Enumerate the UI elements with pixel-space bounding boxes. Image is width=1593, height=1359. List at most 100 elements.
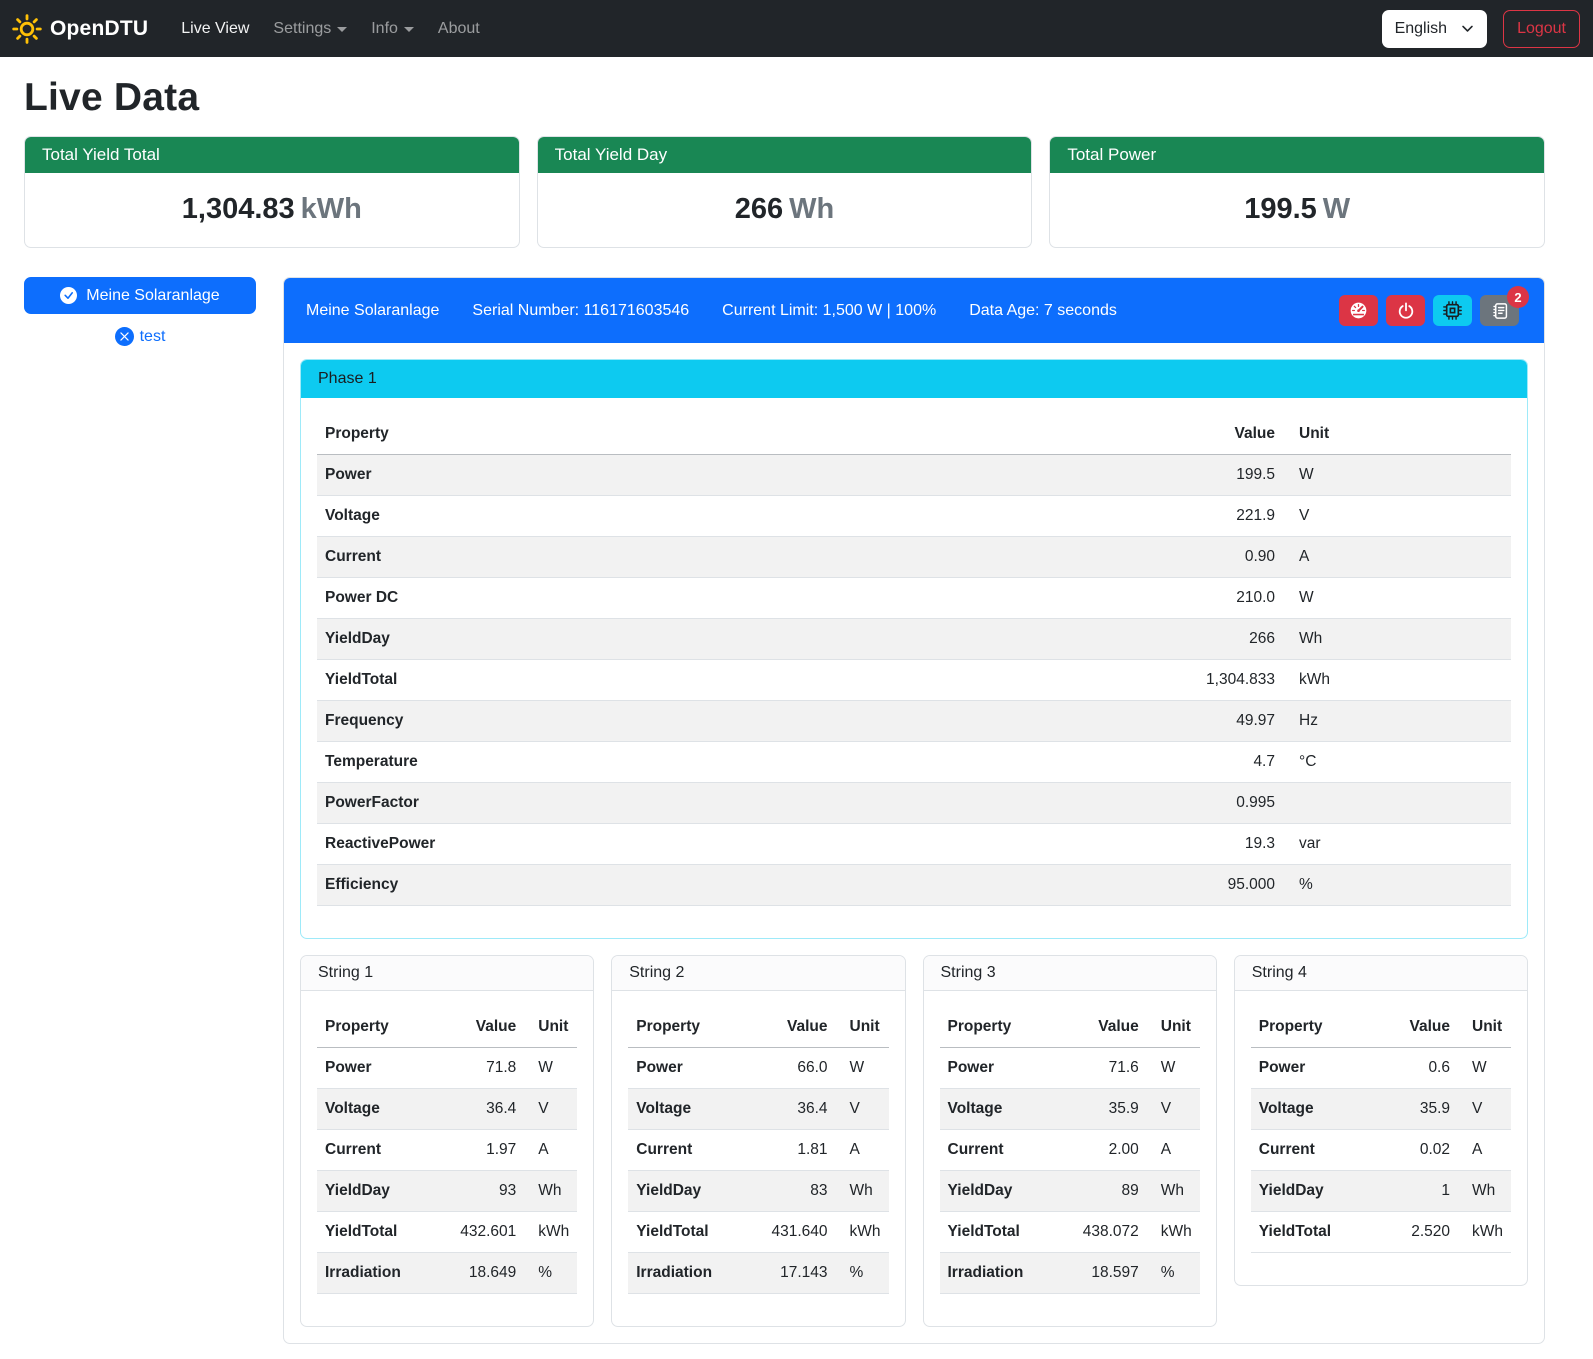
row-property: Voltage: [317, 1089, 436, 1130]
nav-item-about[interactable]: About: [429, 12, 489, 46]
table-row: YieldTotal2.520kWh: [1251, 1212, 1511, 1253]
caret-down-icon: [404, 27, 414, 32]
inverter-button-test[interactable]: test: [24, 327, 256, 346]
language-select[interactable]: English: [1382, 10, 1487, 48]
string-panel-title: String 2: [612, 956, 904, 991]
row-property: Voltage: [317, 496, 1188, 537]
table-row: Efficiency95.000%: [317, 865, 1511, 906]
row-unit: [1283, 783, 1511, 824]
gauge-icon: [1349, 301, 1368, 320]
nav-item-info[interactable]: Info: [362, 12, 423, 46]
column-header-property: Property: [317, 414, 1188, 455]
row-value: 89: [1059, 1171, 1147, 1212]
string-2-panel: String 2 Property Value Unit: [611, 955, 905, 1327]
string-4-table: Property Value Unit Power0.6WVoltage35.9…: [1251, 1007, 1511, 1253]
row-value: 0.90: [1188, 537, 1283, 578]
row-unit: °C: [1283, 742, 1511, 783]
column-header-value: Value: [1188, 414, 1283, 455]
inverter-current-limit: Current Limit: 1,500 W | 100%: [722, 302, 936, 320]
row-value: 4.7: [1188, 742, 1283, 783]
row-property: Temperature: [317, 742, 1188, 783]
power-button[interactable]: [1386, 295, 1425, 326]
row-value: 0.6: [1370, 1048, 1458, 1089]
row-property: Power: [317, 455, 1188, 496]
row-property: YieldTotal: [940, 1212, 1059, 1253]
nav-item-live-view[interactable]: Live View: [172, 12, 258, 46]
table-row: ReactivePower19.3var: [317, 824, 1511, 865]
brand[interactable]: OpenDTU: [12, 14, 148, 44]
row-property: Voltage: [628, 1089, 747, 1130]
row-property: Current: [317, 537, 1188, 578]
row-unit: W: [1283, 578, 1511, 619]
row-property: YieldTotal: [1251, 1212, 1370, 1253]
row-property: Current: [628, 1130, 747, 1171]
column-header-property: Property: [628, 1007, 747, 1048]
inverter-serial: Serial Number: 116171603546: [472, 302, 689, 320]
row-property: YieldDay: [628, 1171, 747, 1212]
row-property: ReactivePower: [317, 824, 1188, 865]
top-navbar: OpenDTU Live View Settings Info About En…: [0, 0, 1593, 57]
string-panel-title: String 1: [301, 956, 593, 991]
row-unit: W: [836, 1048, 889, 1089]
row-value: 36.4: [748, 1089, 836, 1130]
table-row: Voltage36.4V: [628, 1089, 888, 1130]
nav-item-settings[interactable]: Settings: [264, 12, 356, 46]
row-value: 35.9: [1059, 1089, 1147, 1130]
power-icon: [1397, 302, 1415, 320]
row-property: Current: [1251, 1130, 1370, 1171]
table-header-row: Property Value Unit: [317, 414, 1511, 455]
row-unit: Wh: [1147, 1171, 1200, 1212]
string-panel-title: String 3: [924, 956, 1216, 991]
row-property: Frequency: [317, 701, 1188, 742]
row-unit: %: [1283, 865, 1511, 906]
row-unit: A: [1458, 1130, 1511, 1171]
row-property: Power DC: [317, 578, 1188, 619]
table-row: Current0.02A: [1251, 1130, 1511, 1171]
logout-button[interactable]: Logout: [1503, 10, 1580, 48]
row-property: Irradiation: [628, 1253, 747, 1294]
row-value: 35.9: [1370, 1089, 1458, 1130]
row-value: 18.597: [1059, 1253, 1147, 1294]
event-log-button[interactable]: 2: [1480, 295, 1519, 326]
inverter-name: Meine Solaranlage: [306, 302, 439, 320]
row-property: YieldDay: [317, 619, 1188, 660]
total-yield-total-card: Total Yield Total 1,304.83kWh: [24, 136, 520, 248]
row-unit: kWh: [1147, 1212, 1200, 1253]
row-value: 66.0: [748, 1048, 836, 1089]
row-value: 1.81: [748, 1130, 836, 1171]
radio-statistics-button[interactable]: [1433, 295, 1472, 326]
row-property: Power: [317, 1048, 436, 1089]
row-property: YieldTotal: [317, 1212, 436, 1253]
row-value: 83: [748, 1171, 836, 1212]
page-title: Live Data: [24, 76, 1545, 120]
row-value: 71.8: [436, 1048, 524, 1089]
row-unit: kWh: [836, 1212, 889, 1253]
row-property: YieldTotal: [317, 660, 1188, 701]
table-row: Power71.6W: [940, 1048, 1200, 1089]
row-value: 431.640: [748, 1212, 836, 1253]
row-unit: Wh: [1458, 1171, 1511, 1212]
table-row: YieldDay93Wh: [317, 1171, 577, 1212]
row-value: 18.649: [436, 1253, 524, 1294]
table-row: Voltage221.9V: [317, 496, 1511, 537]
row-unit: kWh: [1458, 1212, 1511, 1253]
column-header-unit: Unit: [524, 1007, 577, 1048]
table-row: YieldTotal431.640kWh: [628, 1212, 888, 1253]
strings-row: String 1 Property Value Unit: [300, 955, 1528, 1327]
inverter-button-selected[interactable]: Meine Solaranlage: [24, 277, 256, 314]
inverter-data-age: Data Age: 7 seconds: [969, 302, 1117, 320]
table-row: Power DC210.0W: [317, 578, 1511, 619]
limit-settings-button[interactable]: [1339, 295, 1378, 326]
brand-title: OpenDTU: [50, 17, 148, 41]
table-row: Voltage35.9V: [1251, 1089, 1511, 1130]
table-row: Power199.5W: [317, 455, 1511, 496]
row-property: YieldDay: [940, 1171, 1059, 1212]
row-unit: A: [1283, 537, 1511, 578]
row-value: 1: [1370, 1171, 1458, 1212]
row-value: 0.995: [1188, 783, 1283, 824]
phase-table: Property Value Unit Power199.5WVoltage22…: [317, 414, 1511, 906]
row-value: 71.6: [1059, 1048, 1147, 1089]
card-title: Total Power: [1050, 137, 1544, 173]
row-property: Power: [1251, 1048, 1370, 1089]
inverter-card: Meine Solaranlage Serial Number: 1161716…: [283, 277, 1545, 1344]
